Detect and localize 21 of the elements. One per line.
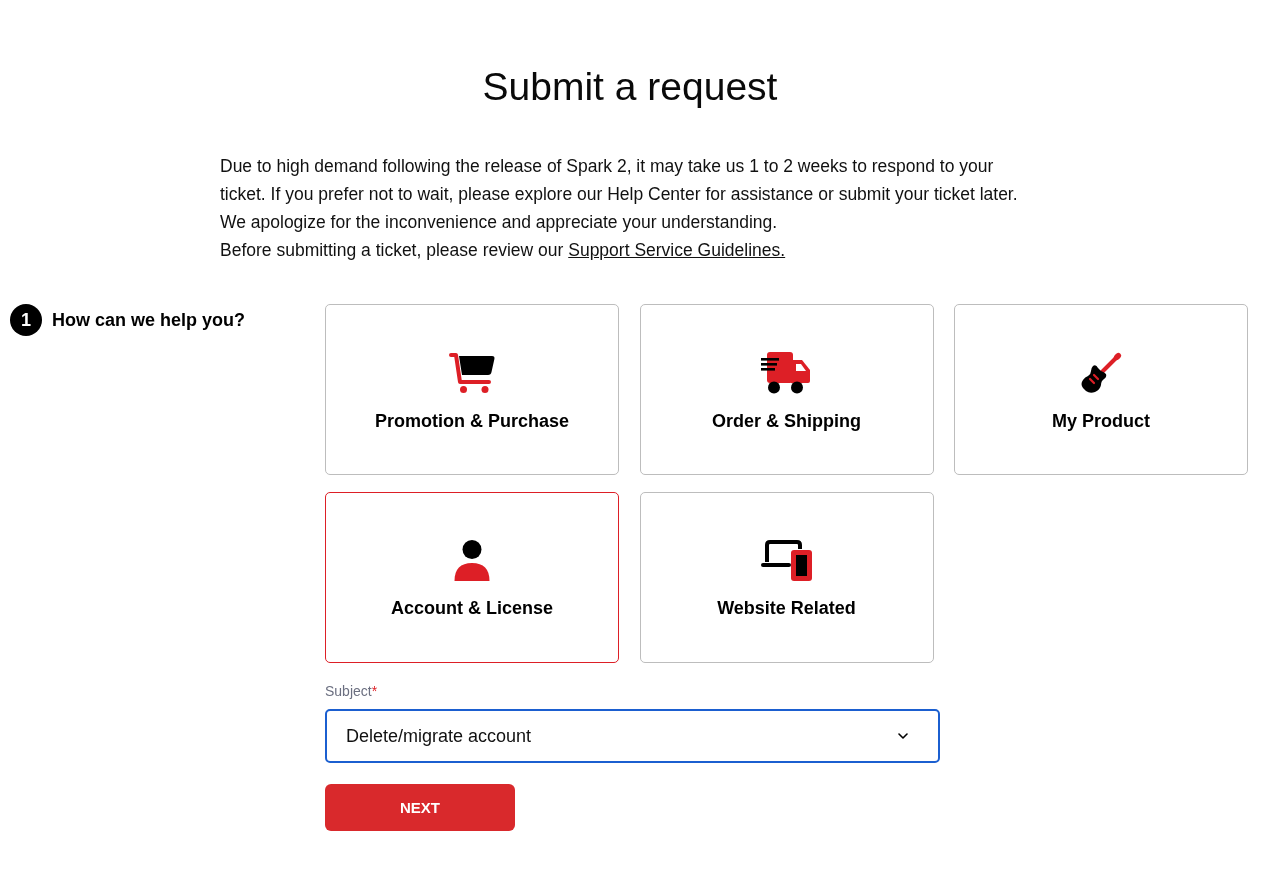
laptop-and-phone-icon xyxy=(760,540,813,581)
category-card[interactable]: My Product xyxy=(954,304,1248,475)
notice-text: Before submitting a ticket, please review our Support Service Guidelines. xyxy=(220,239,787,262)
chevron-down-icon xyxy=(898,733,908,739)
subject-dropdown[interactable]: Delete/migrate account xyxy=(325,709,940,763)
step-number-badge: 1 xyxy=(10,304,42,336)
cart-icon xyxy=(449,352,495,394)
truck-icon xyxy=(761,352,812,394)
notice-text: We apologize for the inconvenience and appreciate your understanding. xyxy=(220,211,779,234)
guitar-icon xyxy=(1080,352,1122,394)
subject-label: Subject* xyxy=(325,683,378,699)
step-title: How can we help you? xyxy=(52,309,246,332)
person-icon xyxy=(454,540,490,581)
category-card[interactable]: Promotion & Purchase xyxy=(325,304,619,475)
next-button[interactable]: NEXT xyxy=(325,784,515,831)
page-title: Submit a request xyxy=(481,64,779,110)
category-card[interactable]: Account & License xyxy=(325,492,619,663)
guidelines-link[interactable]: Support Service Guidelines. xyxy=(568,240,786,260)
category-card[interactable]: Website Related xyxy=(639,492,934,663)
notice-text: Due to high demand following the release of Spark 2, it may take us 1 to 2 weeks to respond to your ticket. If you prefer not to wait, please explore our Help Center for assistance or submit your ticket later. xyxy=(220,155,1019,206)
category-card[interactable]: Order & Shipping xyxy=(639,304,934,475)
